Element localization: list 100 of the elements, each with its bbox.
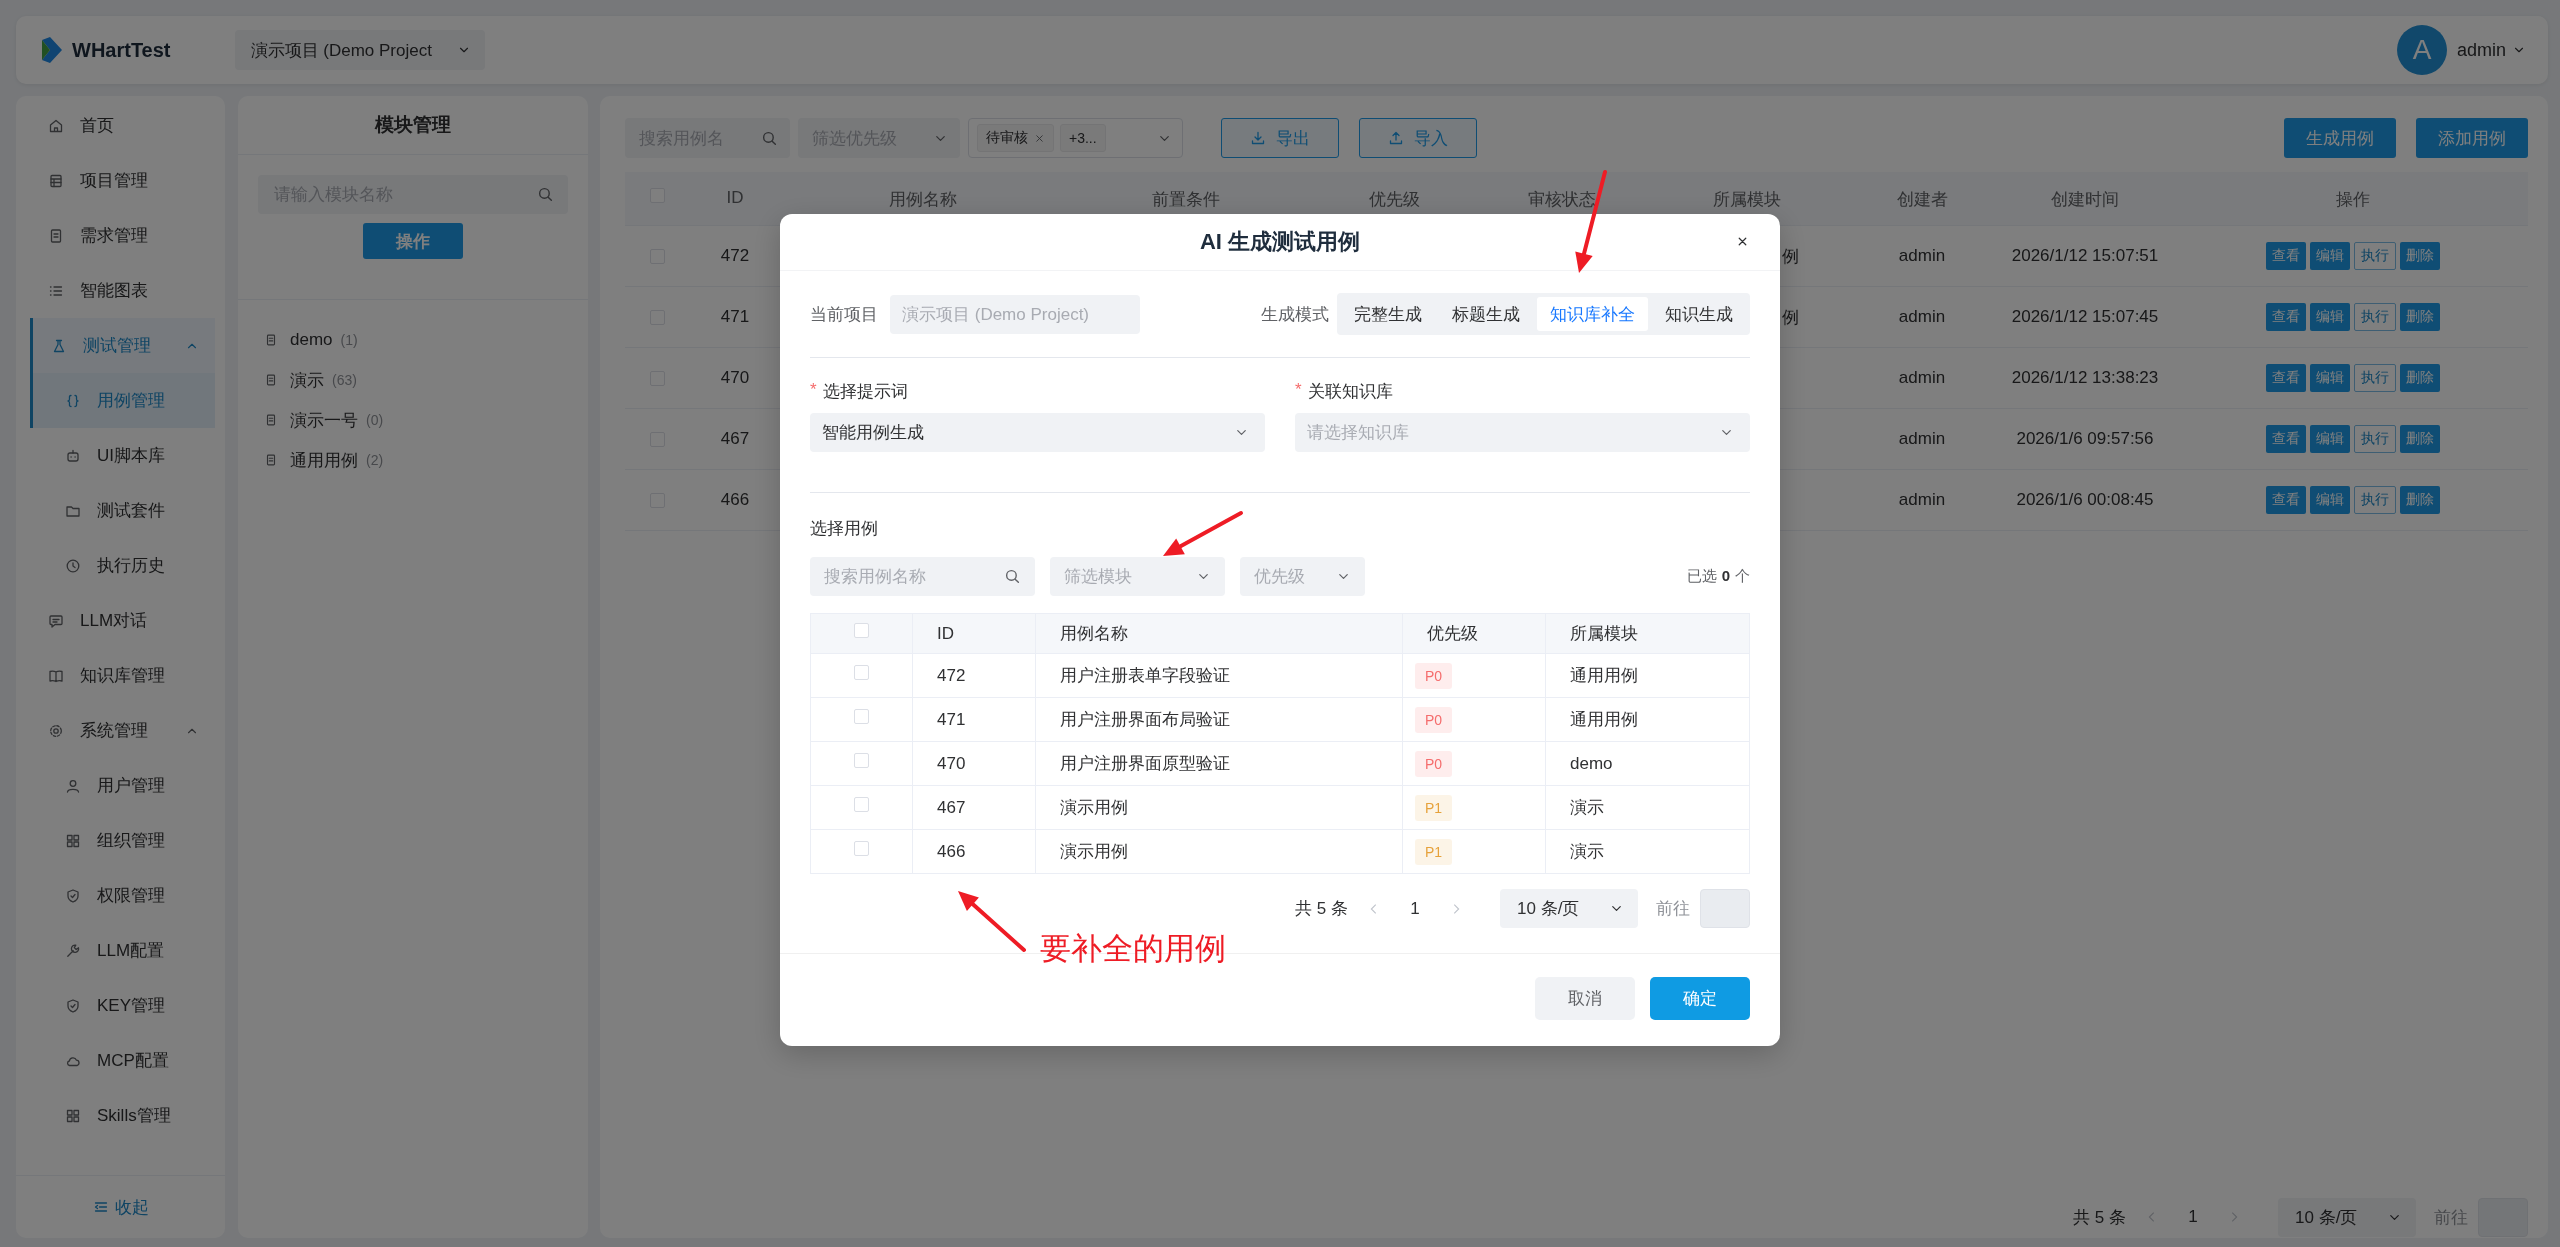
table-cell: admin — [1898, 246, 1946, 266]
mode-tab[interactable]: 标题生成 — [1439, 297, 1533, 331]
mode-tab[interactable]: 完整生成 — [1341, 297, 1435, 331]
nav-item[interactable]: 项目管理 — [16, 153, 215, 208]
table-cell-text: 用户注册界面原型验证 — [1060, 753, 1230, 775]
nav-item[interactable]: LLM对话 — [16, 593, 215, 648]
column-header: 优先级 — [1427, 623, 1478, 645]
mode-tab[interactable]: 知识生成 — [1652, 297, 1746, 331]
table-cell-text: 演示用例 — [1060, 797, 1128, 819]
page-size-select[interactable]: 10 条/页 — [1500, 889, 1638, 928]
column-header: ID — [726, 188, 744, 208]
checkbox[interactable] — [854, 753, 869, 768]
action-button[interactable]: 查看 — [2266, 303, 2306, 331]
action-button[interactable]: 编辑 — [2310, 486, 2350, 514]
mode-tab[interactable]: 知识库补全 — [1537, 297, 1648, 331]
checkbox[interactable] — [854, 797, 869, 812]
panel-title: 模块管理 — [375, 113, 451, 137]
action-button[interactable]: 执行 — [2354, 364, 2396, 392]
prompt-select[interactable]: 智能用例生成 — [810, 413, 1265, 452]
action-button[interactable]: 执行 — [2354, 303, 2396, 331]
table-cell: 2026/1/12 13:38:23 — [2011, 368, 2159, 388]
action-button[interactable]: 查看 — [2266, 425, 2306, 453]
tree-item[interactable]: 演示 — [290, 368, 324, 392]
status-select[interactable]: 待审核 +3... — [968, 118, 1183, 158]
action-button[interactable]: 删除 — [2400, 425, 2440, 453]
module-select[interactable]: 筛选模块 — [1050, 557, 1225, 596]
page-number[interactable]: 1 — [1400, 898, 1430, 919]
checkbox[interactable] — [854, 841, 869, 856]
nav-item[interactable]: 测试管理 — [30, 318, 215, 373]
settings-icon — [48, 722, 64, 739]
table-cell: admin — [1898, 490, 1946, 510]
nav-item[interactable]: 系统管理 — [16, 703, 215, 758]
nav-item[interactable]: 测试套件 — [24, 483, 215, 538]
knowledge-select[interactable]: 请选择知识库 — [1295, 413, 1750, 452]
nav-item[interactable]: 知识库管理 — [16, 648, 215, 703]
priority-tag: P0 — [1415, 706, 1453, 733]
table-cell: 2026/1/6 00:08:45 — [2016, 490, 2154, 510]
action-button[interactable]: 编辑 — [2310, 364, 2350, 392]
action-button[interactable]: 执行 — [2354, 242, 2396, 270]
status-tag[interactable]: 待审核 — [977, 124, 1054, 152]
table-cell-text: 例 — [1782, 245, 1799, 268]
project-select[interactable]: 演示项目 (Demo Project — [234, 30, 485, 70]
user-avatar[interactable]: A — [2396, 25, 2447, 75]
dialog-title: AI 生成测试用例 — [1199, 228, 1361, 256]
table-cell: demo — [1570, 753, 1613, 774]
checkbox[interactable] — [854, 665, 869, 680]
action-button[interactable]: 操作 — [363, 223, 463, 259]
page-input-field[interactable] — [1700, 889, 1750, 928]
selected-count: 已选 0 个 — [1686, 567, 1750, 586]
primary-button[interactable]: 生成用例 — [2284, 118, 2396, 158]
page-number[interactable]: 1 — [2178, 1207, 2208, 1227]
document-icon — [264, 453, 278, 467]
nav-item[interactable]: LLM配置 — [24, 923, 215, 978]
action-button[interactable]: 执行 — [2354, 486, 2396, 514]
action-button[interactable]: 查看 — [2266, 242, 2306, 270]
nav-item[interactable]: 权限管理 — [24, 868, 215, 923]
nav-item[interactable]: 组织管理 — [24, 813, 215, 868]
tree-item[interactable]: demo — [290, 330, 333, 350]
tree-item[interactable]: 通用用例 — [290, 448, 358, 472]
action-button[interactable]: 查看 — [2266, 486, 2306, 514]
braces-icon — [65, 392, 81, 409]
action-button[interactable]: 编辑 — [2310, 242, 2350, 270]
nav-item[interactable]: 首页 — [16, 98, 215, 153]
nav-item[interactable]: KEY管理 — [24, 978, 215, 1033]
action-button[interactable]: 删除 — [2400, 242, 2440, 270]
nav-item[interactable]: 用例管理 — [30, 373, 215, 428]
total-count: 共 5 条 — [1295, 898, 1348, 920]
priority-select[interactable]: 优先级 — [1240, 557, 1365, 596]
required-mark: * — [1295, 380, 1302, 401]
action-button[interactable]: 查看 — [2266, 364, 2306, 392]
action-button[interactable]: 编辑 — [2310, 303, 2350, 331]
user-menu[interactable]: admin — [2456, 39, 2526, 61]
confirm-button[interactable]: 确定 — [1650, 977, 1750, 1020]
action-button[interactable]: 执行 — [2354, 425, 2396, 453]
import-button[interactable]: 导入 — [1359, 118, 1477, 158]
page-size-select[interactable]: 10 条/页 — [2278, 1197, 2416, 1237]
cancel-button[interactable]: 取消 — [1535, 977, 1635, 1020]
checkbox[interactable] — [854, 709, 869, 724]
nav-item[interactable]: 需求管理 — [16, 208, 215, 263]
field-label: 当前项目 — [810, 303, 878, 326]
nav-item[interactable]: UI脚本库 — [24, 428, 215, 483]
primary-button[interactable]: 添加用例 — [2416, 118, 2528, 158]
table-cell: 472 — [720, 246, 750, 266]
document-icon — [264, 413, 278, 427]
nav-item[interactable]: MCP配置 — [24, 1033, 215, 1088]
nav-item[interactable]: 执行历史 — [24, 538, 215, 593]
tree-item[interactable]: 演示一号 — [290, 408, 358, 432]
action-button[interactable]: 编辑 — [2310, 425, 2350, 453]
goto-label: 前往 — [1656, 898, 1690, 920]
nav-item[interactable]: Skills管理 — [24, 1088, 215, 1143]
action-button[interactable]: 删除 — [2400, 486, 2440, 514]
checkbox[interactable] — [854, 623, 869, 638]
table-cell: 2026/1/6 09:57:56 — [2016, 429, 2154, 449]
nav-item[interactable]: 用户管理 — [24, 758, 215, 813]
action-button[interactable]: 删除 — [2400, 364, 2440, 392]
search-field[interactable]: 搜索用例名称 — [810, 557, 1035, 596]
nav-item[interactable]: 智能图表 — [16, 263, 215, 318]
action-button[interactable]: 删除 — [2400, 303, 2440, 331]
collapse-button[interactable]: 收起 — [92, 1195, 149, 1219]
export-button[interactable]: 导出 — [1221, 118, 1339, 158]
